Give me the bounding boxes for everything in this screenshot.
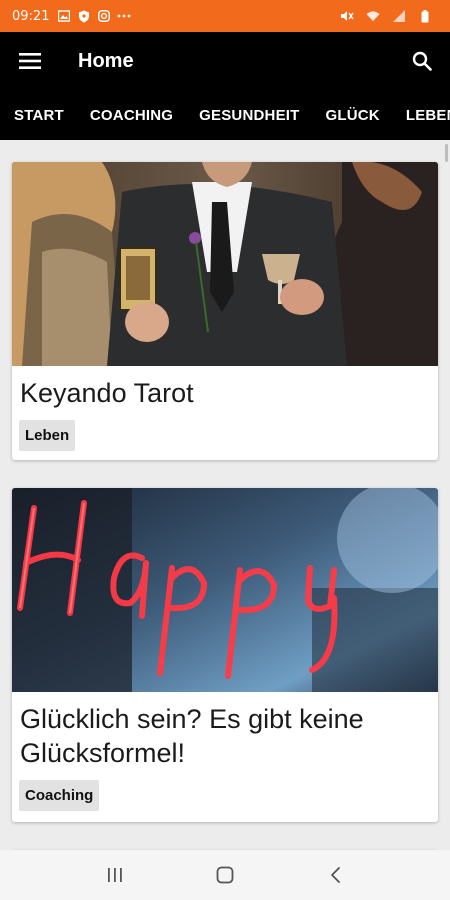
instagram-icon <box>97 9 111 23</box>
hamburger-menu-icon <box>19 53 41 69</box>
tab-coaching[interactable]: COACHING <box>77 107 186 124</box>
tab-start[interactable]: START <box>0 107 77 124</box>
recent-apps-icon <box>108 868 122 882</box>
article-title: Glücklich sein? Es gibt keine Glücksform… <box>20 704 364 768</box>
home-icon <box>216 866 234 884</box>
status-bar: 09:21 <box>0 0 450 32</box>
category-tag[interactable]: Coaching <box>19 780 100 811</box>
signal-icon <box>392 9 406 23</box>
page-title: Home <box>78 49 134 72</box>
system-nav-bar <box>0 850 450 900</box>
tab-gesundheit[interactable]: GESUNDHEIT <box>186 107 312 124</box>
article-list[interactable]: Keyando Tarot Leben Glücklich sein? Es g… <box>0 140 450 850</box>
scroll-indicator <box>445 144 448 162</box>
search-icon <box>412 51 432 71</box>
menu-button[interactable] <box>0 32 60 90</box>
image-icon <box>57 9 71 23</box>
search-button[interactable] <box>394 32 450 90</box>
mute-icon <box>340 9 354 23</box>
article-card[interactable]: Glücklich sein? Es gibt keine Glücksform… <box>12 488 438 822</box>
tab-leben[interactable]: LEBEN <box>393 107 450 124</box>
article-title: Keyando Tarot <box>20 378 194 408</box>
app-bar: Home <box>0 32 450 90</box>
category-tag[interactable]: Leben <box>19 420 76 451</box>
status-time: 09:21 <box>12 8 50 24</box>
happy-neon-photo <box>12 488 438 692</box>
back-button[interactable] <box>315 855 355 895</box>
wifi-icon <box>366 9 380 23</box>
shield-icon <box>77 9 91 23</box>
tab-glueck[interactable]: GLÜCK <box>313 107 393 124</box>
category-tabs: START COACHING GESUNDHEIT GLÜCK LEBEN <box>0 90 450 140</box>
recent-apps-button[interactable] <box>95 855 135 895</box>
article-card[interactable]: Keyando Tarot Leben <box>12 162 438 460</box>
home-button[interactable] <box>205 855 245 895</box>
battery-icon <box>418 9 432 23</box>
back-icon <box>331 867 340 883</box>
tarot-photo <box>12 162 438 366</box>
more-dots-icon <box>117 9 131 23</box>
